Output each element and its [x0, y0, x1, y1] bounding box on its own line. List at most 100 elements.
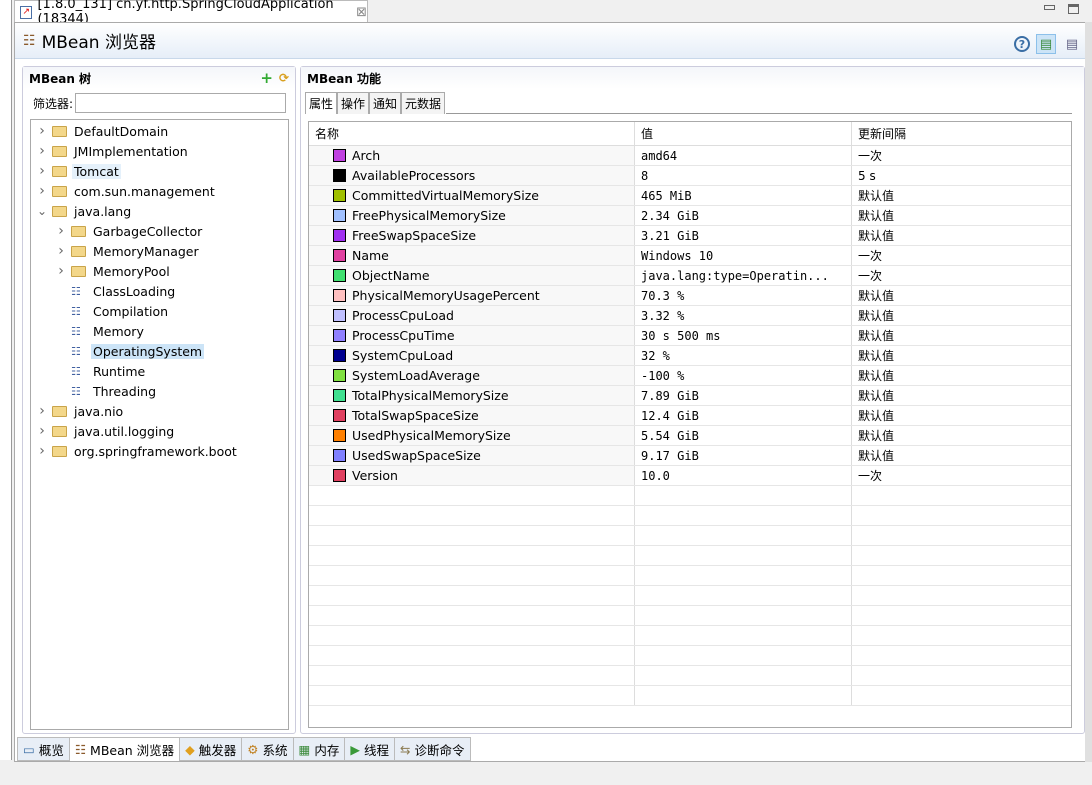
tree-node[interactable]: ☷ Threading — [31, 381, 288, 401]
chevron-right-icon[interactable]: › — [56, 223, 66, 239]
tree-node[interactable]: ☷ ClassLoading — [31, 281, 288, 301]
chevron-right-icon[interactable]: › — [37, 183, 47, 199]
tab-2[interactable]: 通知 — [369, 92, 402, 114]
table-row[interactable]: PhysicalMemoryUsagePercent 70.3 % 默认值 — [309, 286, 1071, 306]
chevron-right-icon[interactable]: › — [56, 243, 66, 259]
tab-1[interactable]: 操作 — [337, 92, 370, 114]
attribute-interval[interactable]: 5 s — [852, 166, 1071, 185]
table-row[interactable]: FreeSwapSpaceSize 3.21 GiB 默认值 — [309, 226, 1071, 246]
table-row[interactable]: UsedSwapSpaceSize 9.17 GiB 默认值 — [309, 446, 1071, 466]
close-icon[interactable]: ⊠ — [356, 5, 367, 20]
maximize-button[interactable] — [1068, 4, 1079, 14]
column-header-name[interactable]: 名称 ^ — [309, 122, 635, 145]
chevron-down-icon[interactable]: ⌄ — [37, 204, 47, 218]
chevron-right-icon[interactable]: › — [37, 163, 47, 179]
table-row[interactable]: TotalSwapSpaceSize 12.4 GiB 默认值 — [309, 406, 1071, 426]
help-icon[interactable]: ? — [1014, 36, 1030, 52]
attribute-interval[interactable]: 默认值 — [852, 306, 1071, 325]
chevron-right-icon[interactable]: › — [37, 423, 47, 439]
attribute-value: 5.54 GiB — [635, 426, 852, 445]
attribute-interval[interactable]: 一次 — [852, 146, 1071, 165]
tree-node[interactable]: ☷ Memory — [31, 321, 288, 341]
chevron-right-icon[interactable]: › — [37, 143, 47, 159]
attribute-interval[interactable]: 默认值 — [852, 226, 1071, 245]
layout-vertical-icon[interactable]: ▤ — [1036, 34, 1056, 54]
bottom-tab-trigger[interactable]: ◆ 触发器 — [180, 737, 243, 761]
bottom-tab-mbean[interactable]: ☷ MBean 浏览器 — [69, 737, 181, 761]
bottom-tab-label: 诊断命令 — [414, 742, 465, 758]
table-row[interactable]: AvailableProcessors 8 5 s — [309, 166, 1071, 186]
attribute-interval[interactable]: 默认值 — [852, 446, 1071, 465]
attribute-interval[interactable]: 一次 — [852, 466, 1071, 485]
tree-node-label: java.lang — [74, 203, 132, 219]
add-icon[interactable]: + — [260, 69, 273, 87]
chevron-right-icon[interactable]: › — [37, 123, 47, 139]
column-header-interval[interactable]: 更新间隔 — [852, 122, 1071, 145]
bottom-tab-diagnostic[interactable]: ⇆ 诊断命令 — [395, 737, 471, 761]
tree-node[interactable]: › java.nio — [31, 401, 288, 421]
table-row[interactable]: Version 10.0 一次 — [309, 466, 1071, 486]
chevron-right-icon[interactable]: › — [37, 403, 47, 419]
table-row[interactable]: SystemCpuLoad 32 % 默认值 — [309, 346, 1071, 366]
tree-node[interactable]: › DefaultDomain — [31, 121, 288, 141]
attribute-value: java.lang:type=Operatin... — [635, 266, 852, 285]
bottom-tab-overview[interactable]: ▭ 概览 — [17, 737, 70, 761]
table-row[interactable]: ProcessCpuLoad 3.32 % 默认值 — [309, 306, 1071, 326]
attribute-interval[interactable]: 默认值 — [852, 346, 1071, 365]
attribute-interval[interactable]: 默认值 — [852, 326, 1071, 345]
editor-tab[interactable]: ↗ [1.8.0_131] cn.yf.http.SpringCloudAppl… — [14, 0, 368, 27]
tree-node[interactable]: › MemoryPool — [31, 261, 288, 281]
table-row[interactable]: TotalPhysicalMemorySize 7.89 GiB 默认值 — [309, 386, 1071, 406]
tree-node-label: Compilation — [93, 303, 169, 319]
bottom-tab-thread[interactable]: ▶ 线程 — [345, 737, 395, 761]
tab-3[interactable]: 元数据 — [401, 92, 446, 114]
diagnostic-icon: ⇆ — [400, 741, 411, 757]
refresh-icon[interactable]: ⟳ — [279, 71, 289, 85]
tree-node-label: JMImplementation — [74, 143, 188, 159]
table-row[interactable]: Arch amd64 一次 — [309, 146, 1071, 166]
bottom-tab-system[interactable]: ⚙ 系统 — [242, 737, 294, 761]
chevron-right-icon[interactable]: › — [56, 263, 66, 279]
tree-node[interactable]: ☷ Runtime — [31, 361, 288, 381]
table-row[interactable]: CommittedVirtualMemorySize 465 MiB 默认值 — [309, 186, 1071, 206]
tree-node[interactable]: › JMImplementation — [31, 141, 288, 161]
minimize-button[interactable] — [1044, 5, 1055, 10]
page-header: ☷ MBean 浏览器 — [15, 23, 1087, 59]
attribute-interval[interactable]: 一次 — [852, 246, 1071, 265]
table-row[interactable]: Name Windows 10 一次 — [309, 246, 1071, 266]
attribute-interval[interactable]: 默认值 — [852, 286, 1071, 305]
table-row[interactable]: UsedPhysicalMemorySize 5.54 GiB 默认值 — [309, 426, 1071, 446]
chevron-right-icon[interactable]: › — [37, 443, 47, 459]
column-header-value[interactable]: 值 — [635, 122, 852, 145]
tree-node[interactable]: › org.springframework.boot — [31, 441, 288, 461]
attribute-interval[interactable]: 默认值 — [852, 426, 1071, 445]
attribute-interval[interactable]: 一次 — [852, 266, 1071, 285]
table-row[interactable]: ObjectName java.lang:type=Operatin... 一次 — [309, 266, 1071, 286]
scrollbar[interactable] — [1085, 22, 1092, 762]
empty-row — [309, 546, 1071, 566]
attribute-interval[interactable]: 默认值 — [852, 366, 1071, 385]
bottom-tab-memory[interactable]: ▦ 内存 — [293, 737, 346, 761]
attribute-interval[interactable]: 默认值 — [852, 206, 1071, 225]
tab-0[interactable]: 属性 — [305, 92, 338, 114]
tree-node[interactable]: › com.sun.management — [31, 181, 288, 201]
attribute-name: Version — [352, 468, 398, 483]
table-row[interactable]: ProcessCpuTime 30 s 500 ms 默认值 — [309, 326, 1071, 346]
attribute-interval[interactable]: 默认值 — [852, 386, 1071, 405]
tree-node[interactable]: ☷ OperatingSystem — [31, 341, 288, 361]
tree-node[interactable]: › java.util.logging — [31, 421, 288, 441]
filter-input[interactable] — [75, 93, 287, 113]
tree-node[interactable]: ⌄ java.lang — [31, 201, 288, 221]
tree-node[interactable]: ☷ Compilation — [31, 301, 288, 321]
layout-horizontal-icon[interactable]: ▤ — [1062, 34, 1082, 54]
table-row[interactable]: SystemLoadAverage -100 % 默认值 — [309, 366, 1071, 386]
attribute-value: 3.21 GiB — [635, 226, 852, 245]
tree-node[interactable]: › MemoryManager — [31, 241, 288, 261]
attribute-interval[interactable]: 默认值 — [852, 406, 1071, 425]
tree-node[interactable]: › Tomcat — [31, 161, 288, 181]
tree-node[interactable]: › GarbageCollector — [31, 221, 288, 241]
table-row[interactable]: FreePhysicalMemorySize 2.34 GiB 默认值 — [309, 206, 1071, 226]
attribute-interval[interactable]: 默认值 — [852, 186, 1071, 205]
page-title: MBean 浏览器 — [41, 33, 156, 53]
empty-row — [309, 626, 1071, 646]
